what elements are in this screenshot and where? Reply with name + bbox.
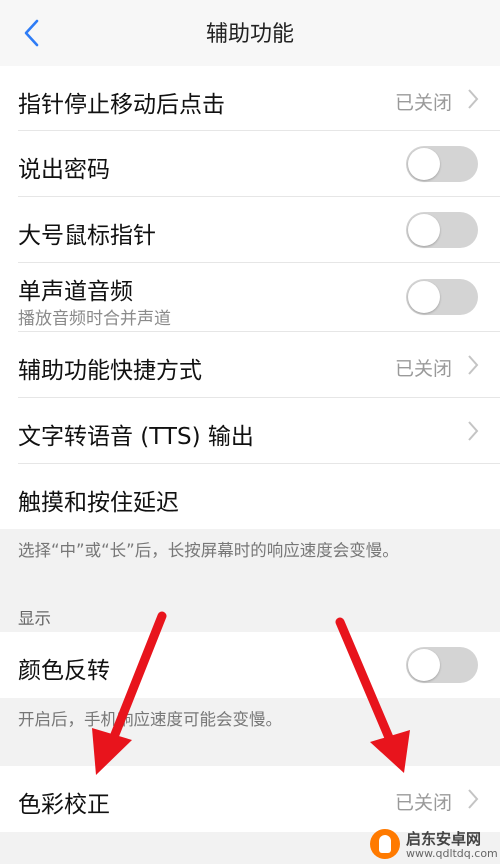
watermark-logo-icon: [370, 829, 400, 859]
row-label: 说出密码: [18, 157, 110, 183]
mono-audio-toggle[interactable]: [406, 279, 478, 315]
row-label: 指针停止移动后点击: [18, 92, 225, 118]
row-tts-output[interactable]: 文字转语音 (TTS) 输出: [0, 398, 500, 464]
toggle-knob: [408, 148, 440, 180]
color-inversion-note: 开启后，手机响应速度可能会变慢。: [18, 710, 282, 729]
row-color-inversion: 颜色反转: [0, 632, 500, 698]
touch-delay-note: 选择“中”或“长”后，长按屏幕时的响应速度会变慢。: [18, 541, 399, 560]
color-inversion-toggle[interactable]: [406, 647, 478, 683]
row-value: 已关闭: [394, 92, 452, 114]
section-header-display: 显示: [18, 609, 51, 628]
row-large-mouse-pointer: 大号鼠标指针: [0, 197, 500, 263]
chevron-right-icon: [468, 789, 479, 809]
toggle-knob: [408, 281, 440, 313]
page-title: 辅助功能: [205, 22, 294, 47]
row-label: 辅助功能快捷方式: [18, 358, 202, 384]
watermark: 启东安卓网 www.qdltdq.com: [370, 826, 500, 864]
row-accessibility-shortcut[interactable]: 辅助功能快捷方式 已关闭: [0, 332, 500, 398]
row-label: 大号鼠标指针: [18, 223, 156, 249]
row-label: 文字转语音 (TTS) 输出: [18, 424, 254, 450]
row-value: 已关闭: [394, 792, 452, 814]
watermark-name: 启东安卓网: [406, 830, 482, 848]
toggle-knob: [408, 649, 440, 681]
row-label: 触摸和按住延迟: [18, 490, 179, 516]
row-touch-hold-delay[interactable]: 触摸和按住延迟: [0, 464, 500, 529]
speak-password-toggle[interactable]: [406, 146, 478, 182]
row-sublabel: 播放音频时合并声道: [18, 309, 171, 329]
row-value: 已关闭: [394, 358, 452, 380]
row-label: 颜色反转: [18, 658, 110, 684]
row-color-correction[interactable]: 色彩校正 已关闭: [0, 766, 500, 832]
nav-bar: 辅助功能: [0, 0, 500, 66]
chevron-right-icon: [468, 421, 479, 441]
watermark-url: www.qdltdq.com: [406, 847, 498, 860]
toggle-knob: [408, 214, 440, 246]
row-label: 色彩校正: [18, 792, 110, 818]
row-label: 单声道音频: [18, 279, 133, 305]
row-mono-audio: 单声道音频 播放音频时合并声道: [0, 263, 500, 332]
large-pointer-toggle[interactable]: [406, 212, 478, 248]
chevron-right-icon: [468, 355, 479, 375]
chevron-right-icon: [468, 89, 479, 109]
row-click-after-pointer-stops[interactable]: 指针停止移动后点击 已关闭: [0, 66, 500, 131]
row-speak-password: 说出密码: [0, 131, 500, 197]
